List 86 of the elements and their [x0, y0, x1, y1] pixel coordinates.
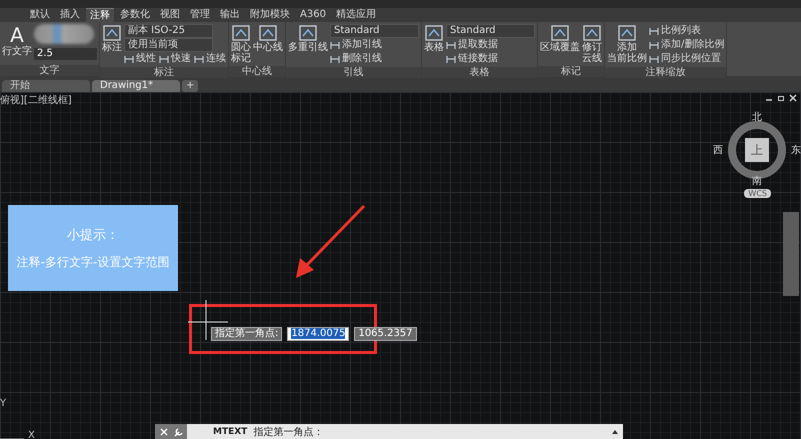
tool-icon	[330, 54, 340, 64]
ribbon-small-button[interactable]: 同步比例位置	[649, 52, 721, 65]
tool-icon	[124, 54, 134, 64]
ribbon-small-button[interactable]: 线性	[124, 52, 156, 65]
ribbon-large-button[interactable]: 圆心 标记	[231, 24, 251, 64]
close-icon	[789, 94, 797, 102]
tool-icon	[649, 54, 659, 64]
ribbon-large-button[interactable]: 添加 当前比例	[607, 24, 647, 65]
ribbon-tab[interactable]: 默认	[26, 8, 54, 22]
ribbon-tab[interactable]: 管理	[186, 8, 214, 22]
caret-up-icon	[611, 428, 619, 434]
panel-title[interactable]: 注释缩放	[605, 67, 726, 78]
ucs-axis-label: Y	[0, 398, 6, 409]
tool-icon	[446, 40, 456, 50]
ribbon-small-button[interactable]: 比例列表	[649, 24, 701, 37]
text-height-field[interactable]: 2.5	[34, 48, 97, 60]
panel-title[interactable]: 标注	[100, 67, 228, 78]
ribbon-large-button[interactable]: 区域覆盖	[540, 24, 580, 64]
navigation-bar[interactable]	[783, 212, 799, 296]
style-dropdown[interactable]: 副本 ISO-25	[124, 24, 213, 38]
tool-icon	[551, 25, 569, 41]
compass-label[interactable]: 西	[713, 145, 723, 156]
close-icon	[159, 426, 169, 436]
panel-title[interactable]: 标记	[538, 66, 604, 77]
ucs-axis-label: X	[28, 430, 35, 439]
ribbon-tab[interactable]: 精选应用	[332, 8, 380, 22]
ribbon-tab[interactable]: 附加模块	[246, 8, 294, 22]
new-tab-button[interactable]: +	[182, 80, 198, 92]
drawing-canvas[interactable]: 俯视][二维线框] 小提示： 注释-多行文字-设置文字范围 指定第一角点: 1874.0075 1065.2357 北 西 上 东 南 WCS Y X MTEXT 指定第一角点：	[0, 92, 801, 439]
tool-icon	[232, 25, 250, 41]
ribbon-small-button[interactable]: 提取数据	[446, 38, 498, 51]
tool-icon	[446, 54, 456, 64]
style-dropdown[interactable]: Standard	[330, 24, 419, 38]
ribbon-small-button[interactable]: 添加/删除比例	[649, 38, 724, 51]
coordinate-system-button[interactable]: WCS	[744, 189, 771, 198]
tool-icon	[103, 25, 121, 41]
ribbon-small-button[interactable]: 添加引线	[330, 38, 382, 51]
wrench-icon	[173, 426, 183, 436]
ribbon-large-button[interactable]: 中心线	[253, 24, 283, 64]
compass-label[interactable]: 东	[791, 145, 801, 156]
ribbon-tab[interactable]: 视图	[156, 8, 184, 22]
file-tab[interactable]: 开始	[2, 80, 90, 92]
ribbon-tab[interactable]: 参数化	[116, 8, 154, 22]
ribbon-small-button[interactable]: 删除引线	[330, 52, 382, 65]
tool-icon	[649, 26, 659, 36]
input-prompt: 指定第一角点:	[211, 327, 282, 341]
viewport-label[interactable]: 俯视][二维线框]	[0, 93, 72, 107]
hint-text: 注释-多行文字-设置文字范围	[16, 254, 170, 270]
coordinate-input[interactable]: 1065.2357	[354, 327, 417, 341]
ribbon-small-button[interactable]: 连续	[194, 52, 226, 65]
panel-title[interactable]: 中心线	[229, 66, 285, 77]
tool-icon	[583, 25, 601, 41]
ribbon-large-button[interactable]: A 行文字	[2, 24, 32, 63]
ribbon-large-button[interactable]: 表格	[424, 24, 444, 65]
tool-icon	[159, 54, 169, 64]
ribbon-small-button[interactable]: 链接数据	[446, 52, 498, 65]
command-prompt: 指定第一角点：	[253, 426, 324, 438]
blurred-area	[34, 24, 94, 44]
ribbon-large-button[interactable]: 标注	[102, 24, 122, 65]
tool-icon	[649, 40, 659, 50]
style-dropdown[interactable]: 使用当前项	[124, 38, 213, 52]
ribbon-large-button[interactable]: 修订 云线	[582, 24, 602, 64]
compass-label[interactable]: 南	[752, 176, 762, 187]
restore-icon	[777, 94, 785, 102]
tool-icon	[330, 40, 340, 50]
panel-title[interactable]: 引线	[286, 67, 421, 78]
ribbon-tab[interactable]: 输出	[216, 8, 244, 22]
tool-icon	[299, 25, 317, 41]
ribbon-tab[interactable]: 插入	[56, 8, 84, 22]
viewcube-face[interactable]: 上	[745, 138, 769, 162]
command-name: MTEXT	[213, 426, 248, 436]
ribbon-tab[interactable]: A360	[296, 8, 330, 22]
ribbon-large-button[interactable]: 多重引线	[288, 24, 328, 65]
tool-icon	[259, 25, 277, 41]
style-dropdown[interactable]: Standard	[446, 24, 535, 38]
file-tab[interactable]: Drawing1*	[92, 80, 180, 92]
tool-icon	[618, 25, 636, 41]
compass-label[interactable]: 北	[752, 112, 762, 123]
panel-title[interactable]: 表格	[422, 67, 537, 78]
tool-icon	[425, 25, 443, 41]
coordinate-input[interactable]: 1874.0075	[287, 327, 350, 341]
hint-title: 小提示：	[67, 226, 119, 244]
tool-icon	[194, 54, 204, 64]
panel-title[interactable]: 文字	[0, 65, 99, 76]
ribbon-tab[interactable]: 注释	[86, 8, 114, 22]
ribbon-small-button[interactable]: 快速	[159, 52, 191, 65]
